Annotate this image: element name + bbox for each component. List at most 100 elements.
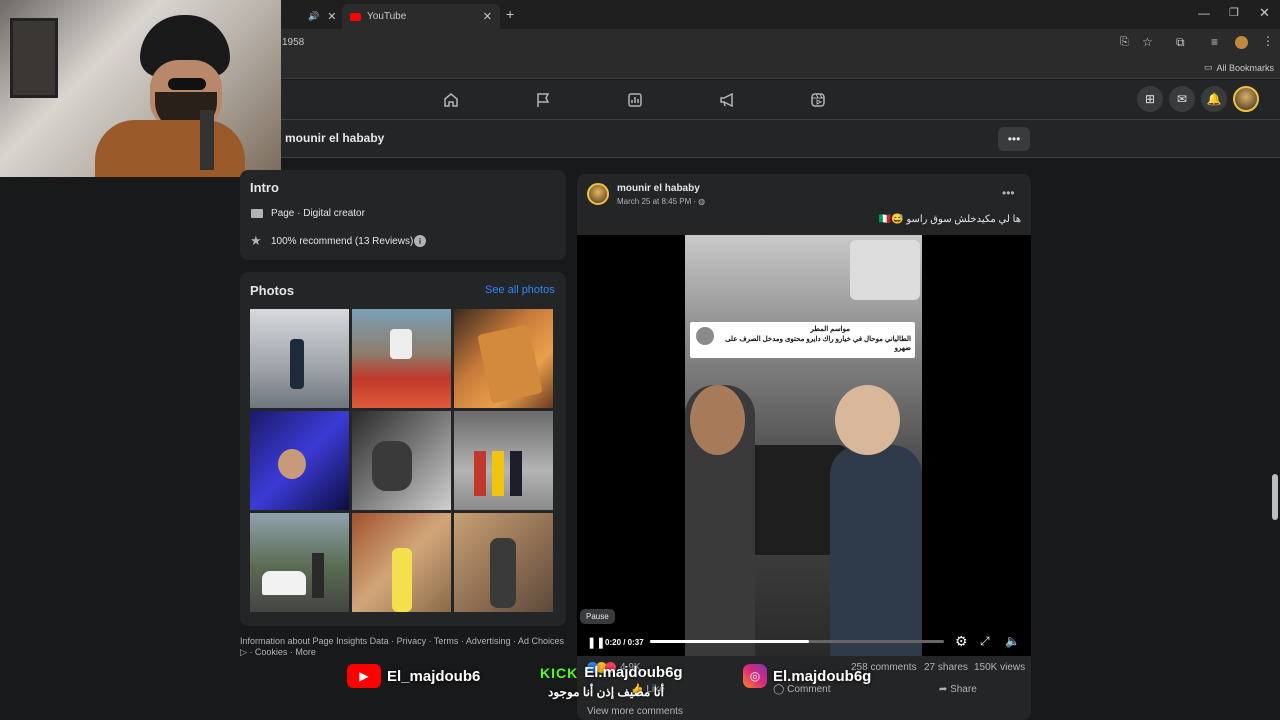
photo-thumbnail[interactable] (250, 309, 349, 408)
all-bookmarks-button[interactable]: ▭ All Bookmarks (1204, 62, 1274, 73)
kick-social-tag: KICK El.majdoub6g (540, 664, 683, 681)
post-caption: ها لي مكيدخلش سوق راسو 😅🇮🇹 (878, 214, 1021, 225)
video-progress-fill (650, 640, 809, 643)
post-card: mounir el hababy March 25 at 8:45 PM · ◍… (577, 174, 1031, 720)
shares-count[interactable]: 27 shares (924, 662, 968, 673)
megaphone-icon[interactable] (717, 90, 737, 110)
minimize-icon[interactable]: — (1198, 6, 1210, 20)
photo-thumbnail[interactable] (352, 309, 451, 408)
video-overlay-card: مواسم المطر الطالياني موحال في خيارو راك… (690, 322, 915, 358)
folder-icon: ▭ (1204, 62, 1213, 72)
menu-grid-icon[interactable]: ⊞ (1137, 86, 1163, 112)
insights-icon[interactable] (625, 90, 645, 110)
instagram-social-tag: ◎ El.majdoub6g (743, 664, 871, 688)
overlay-text: الطالياني موحال في خيارو راك دايرو محتوى… (725, 336, 911, 352)
photo-thumbnail[interactable] (352, 513, 451, 612)
flag-icon[interactable] (533, 90, 553, 110)
new-tab-icon[interactable]: + (506, 6, 514, 22)
tab-close-icon[interactable]: ✕ (327, 10, 336, 23)
tab-youtube[interactable]: YouTube ✕ (342, 4, 500, 29)
url-field[interactable]: 1958 (282, 29, 1107, 55)
reels-icon[interactable] (808, 90, 828, 110)
notifications-bell-icon[interactable]: 🔔 (1201, 86, 1227, 112)
page-type-icon (251, 209, 263, 218)
photo-thumbnail[interactable] (454, 411, 553, 510)
info-icon[interactable]: i (414, 235, 426, 247)
kick-logo: KICK (540, 664, 579, 681)
home-icon[interactable] (441, 90, 461, 110)
photo-person (492, 451, 504, 496)
photo-person (290, 339, 304, 389)
instagram-handle: El.majdoub6g (773, 667, 872, 685)
kick-handle: El.majdoub6g (584, 664, 683, 681)
restore-icon[interactable]: ❐ (1229, 6, 1239, 19)
footer-links[interactable]: Information about Page Insights Data · P… (240, 636, 570, 658)
view-more-comments-link[interactable]: View more comments (587, 706, 683, 717)
microphone (200, 110, 214, 170)
wall-picture (10, 18, 58, 98)
media-control-icon[interactable]: ≡ (1211, 35, 1218, 49)
car-interior-light (850, 240, 920, 300)
post-author-avatar[interactable] (587, 183, 609, 205)
subtitle-text: أنا مصيف إذن أنا موجود (548, 685, 664, 699)
photo-thumbnail[interactable] (454, 513, 553, 612)
youtube-favicon-icon (350, 12, 361, 21)
more-options-button[interactable]: ••• (998, 127, 1030, 151)
close-window-icon[interactable]: ✕ (1259, 5, 1270, 21)
video-person-left-face (690, 385, 745, 455)
share-arrow-icon: ➦ (938, 683, 951, 695)
share-button[interactable]: ➦ Share (939, 684, 977, 695)
streamer-sunglasses (168, 78, 206, 90)
overlay-title: مواسم المطر (810, 326, 850, 333)
video-player[interactable]: مواسم المطر الطالياني موحال في خيارو راك… (577, 235, 1031, 656)
post-meta: March 25 at 8:45 PM · ◍ (617, 197, 705, 206)
share-label: Share (950, 683, 977, 695)
post-date[interactable]: March 25 at 8:45 PM · (617, 197, 696, 206)
tab-close-icon[interactable]: ✕ (483, 10, 492, 23)
video-frame: مواسم المطر الطالياني موحال في خيارو راك… (685, 235, 922, 656)
star-icon: ★ (250, 233, 262, 248)
photo-thumbnail[interactable] (250, 411, 349, 510)
volume-icon[interactable]: 🔈 (1005, 634, 1020, 648)
photo-thumbnail[interactable] (454, 309, 553, 408)
post-author-name[interactable]: mounir el hababy (617, 183, 700, 194)
fullscreen-icon[interactable]: ⤢ (980, 634, 990, 649)
page-scrollbar-thumb[interactable] (1272, 474, 1278, 520)
speaker-icon[interactable]: 🔊 (308, 11, 319, 22)
photo-person (474, 451, 486, 496)
photo-person (372, 441, 412, 491)
page-name[interactable]: mounir el hababy (285, 131, 384, 145)
video-progress-track[interactable] (650, 640, 944, 643)
all-bookmarks-label: All Bookmarks (1216, 62, 1275, 73)
photo-person (278, 449, 306, 479)
profile-avatar[interactable] (1233, 86, 1259, 112)
messenger-icon[interactable]: ✉ (1169, 86, 1195, 112)
pause-icon[interactable]: ❚❚ (587, 636, 605, 649)
browser-menu-icon[interactable]: ⋮ (1262, 34, 1274, 48)
photo-person (390, 329, 412, 359)
install-app-icon[interactable]: ⎘ (1120, 36, 1129, 49)
instagram-logo-icon: ◎ (743, 664, 767, 688)
photo-thumbnail[interactable] (352, 411, 451, 510)
photos-heading: Photos (250, 283, 295, 298)
url-text: 1958 (282, 36, 305, 48)
bookmark-star-icon[interactable]: ☆ (1142, 35, 1153, 49)
video-time: 0:20 / 0:37 (605, 638, 644, 647)
tab-title: YouTube (367, 11, 407, 22)
intro-card: Intro Page · Digital creator ★ 100% reco… (240, 170, 566, 260)
browser-profile-avatar[interactable] (1235, 36, 1248, 49)
tab-previous[interactable]: 🔊 ✕ (282, 4, 340, 29)
see-all-photos-link[interactable]: See all photos (485, 284, 555, 296)
post-options-icon[interactable]: ••• (1002, 186, 1015, 200)
photo-person (312, 553, 324, 598)
photo-thumbnail[interactable] (250, 513, 349, 612)
photo-person (392, 548, 412, 612)
extensions-icon[interactable]: ⧉ (1176, 35, 1185, 50)
webcam-overlay (0, 0, 281, 177)
settings-gear-icon[interactable]: ⚙ (955, 633, 968, 650)
photo-car (262, 571, 306, 595)
recommend-text[interactable]: 100% recommend (13 Reviews) (271, 236, 413, 247)
globe-icon: ◍ (698, 197, 706, 206)
photo-person (510, 451, 522, 496)
youtube-social-tag: ▶ El_majdoub6 (347, 664, 480, 688)
